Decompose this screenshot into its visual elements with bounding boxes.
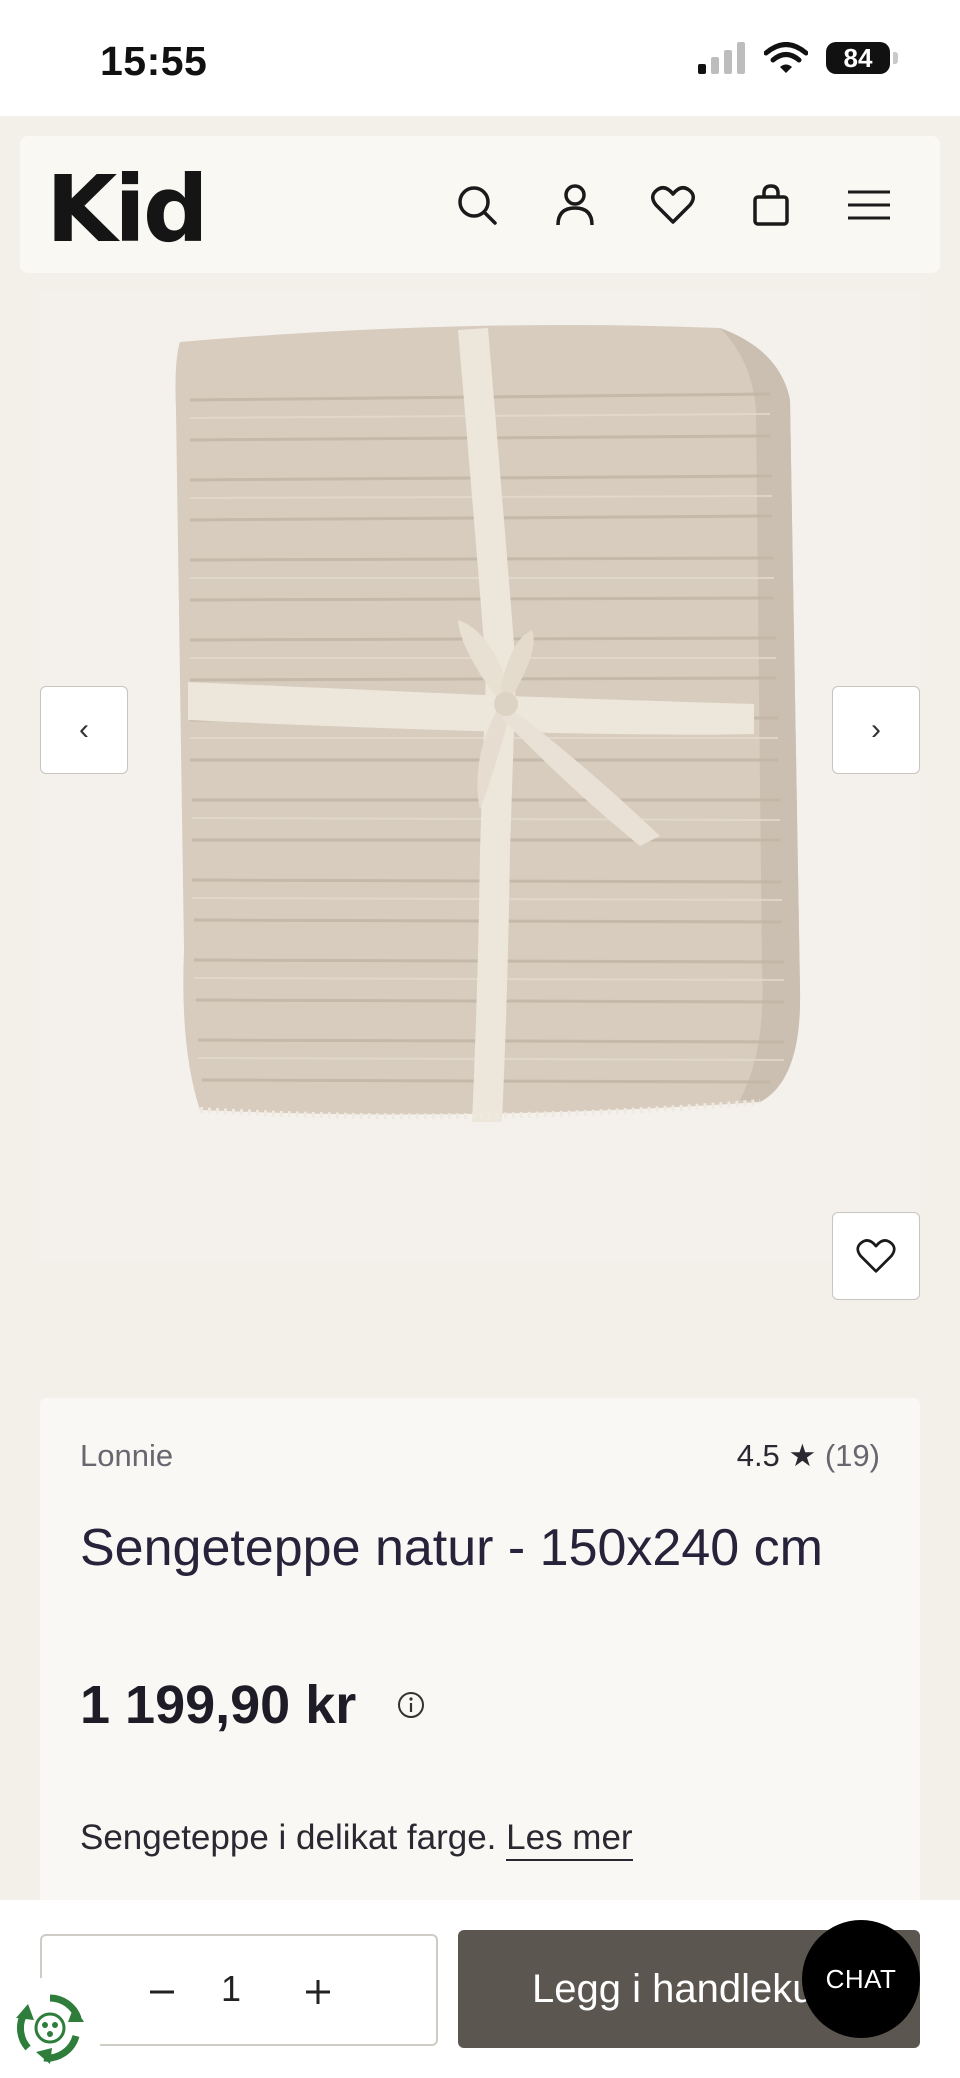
heart-icon	[856, 1239, 896, 1273]
chat-button[interactable]: CHAT	[802, 1920, 920, 2038]
product-brand[interactable]: Lonnie	[80, 1438, 173, 1474]
account-icon[interactable]	[550, 180, 600, 230]
cart-icon[interactable]	[746, 180, 796, 230]
chevron-right-icon: ›	[871, 713, 881, 746]
battery-indicator: 84	[826, 42, 898, 74]
product-price: 1 199,90 kr	[80, 1675, 357, 1735]
product-title: Sengeteppe natur - 150x240 cm	[80, 1519, 823, 1577]
product-description: Sengeteppe i delikat farge. Les mer	[80, 1818, 633, 1861]
search-icon[interactable]	[452, 180, 502, 230]
rating-value: 4.5	[736, 1438, 780, 1473]
menu-icon[interactable]	[844, 180, 894, 230]
gallery-prev-button[interactable]: ‹	[40, 686, 128, 774]
star-icon: ★	[788, 1438, 817, 1473]
product-rating[interactable]: 4.5 ★ (19)	[737, 1438, 880, 1474]
status-bar: 15:55 84	[0, 0, 960, 116]
site-header: Kid	[20, 136, 940, 273]
gallery-next-button[interactable]: ›	[832, 686, 920, 774]
info-icon[interactable]	[396, 1690, 426, 1720]
signal-icon	[698, 42, 745, 74]
quantity-value[interactable]: 1	[42, 1968, 440, 2010]
review-count: (19)	[824, 1438, 880, 1473]
recycle-icon	[16, 1994, 84, 2064]
product-image	[175, 325, 801, 1122]
add-to-wishlist-button[interactable]	[832, 1212, 920, 1300]
eco-badge[interactable]	[0, 1978, 100, 2078]
read-more-link[interactable]: Les mer	[506, 1818, 633, 1861]
plus-icon[interactable]	[298, 1972, 338, 2012]
wifi-icon	[764, 42, 808, 73]
wishlist-icon[interactable]	[648, 180, 698, 230]
battery-level: 84	[843, 42, 873, 73]
site-logo[interactable]: Kid	[46, 156, 209, 263]
product-gallery: ‹ ›	[40, 290, 920, 1300]
description-text: Sengeteppe i delikat farge.	[80, 1818, 497, 1857]
product-info-card: Lonnie 4.5 ★ (19) Sengeteppe natur - 150…	[40, 1398, 920, 1918]
status-icons: 84	[698, 42, 898, 74]
status-time: 15:55	[100, 38, 208, 84]
chevron-left-icon: ‹	[79, 713, 89, 746]
